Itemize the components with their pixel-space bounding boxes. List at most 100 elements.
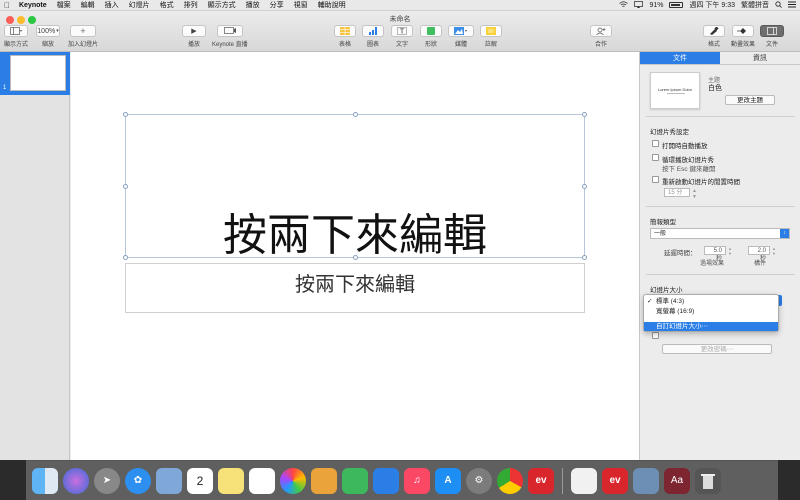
slide[interactable]: 按兩下來編輯 按兩下來編輯 [71,52,639,460]
numbers-icon[interactable] [342,467,368,494]
animate-button[interactable]: 動畫效果 [731,25,755,48]
media-button[interactable]: 媒體 [448,25,474,48]
media-label: 媒體 [454,42,467,48]
resize-handle[interactable] [353,112,358,117]
slideshow-settings-title: 幻燈片秀設定 [650,129,689,136]
expressvpn-icon[interactable]: ev [602,467,628,494]
menu-window[interactable]: 視窗 [289,0,313,10]
menu-format[interactable]: 格式 [155,0,179,10]
battery-icon[interactable] [669,2,684,8]
presentation-type-select[interactable]: 一般 ↕ [650,228,790,239]
input-method[interactable]: 繁體拼音 [741,0,769,10]
slide-thumbnail-selected[interactable]: 1 [0,52,70,95]
comment-button[interactable]: 註解 [480,25,502,48]
format-button[interactable]: 格式 [703,25,725,48]
safari-icon[interactable]: ✿ [125,467,151,494]
tab-document[interactable]: 文件 [640,52,720,64]
itunes-icon[interactable]: ♫ [404,467,430,494]
subtitle-placeholder[interactable]: 按兩下來編輯 [125,263,585,313]
document-icon[interactable] [571,467,597,494]
expressvpn-icon[interactable]: ev [528,467,554,494]
calendar-icon[interactable]: 2 [187,467,213,494]
password-checkbox[interactable] [652,332,659,339]
change-password-button[interactable]: 更改密碼⋯ [662,344,772,354]
stepper-icon[interactable]: ▲ ▼ [772,246,776,256]
menu-arrange[interactable]: 排列 [179,0,203,10]
preview-icon[interactable] [633,467,659,494]
restart-time-field[interactable]: 15 分 [664,188,690,197]
transition-label: 過場效果 [700,261,725,267]
stepper-icon[interactable]: ▲ ▼ [692,188,697,200]
menu-share[interactable]: 分享 [265,0,289,10]
system-preferences-icon[interactable]: ⚙ [466,467,492,494]
autoplay-checkbox[interactable] [652,140,659,147]
play-button[interactable]: ▶ 播放 [182,25,206,48]
theme-thumbnail[interactable]: Lorem Ipsum Dolor [650,72,700,109]
menu-view[interactable]: 顯示方式 [203,0,241,10]
keynote-live-icon [216,25,243,37]
presentation-type-title: 簡報類型 [650,219,676,226]
photos-icon[interactable] [280,467,306,494]
resize-handle[interactable] [582,184,587,189]
wifi-icon[interactable] [619,0,629,10]
notes-icon[interactable] [218,467,244,494]
clock[interactable]: 週四 下午 9:33 [689,0,735,10]
menu-edit[interactable]: 編輯 [76,0,100,10]
collaborate-button[interactable]: 合作 [590,25,612,48]
menu-option-widescreen[interactable]: 寬螢幕 (16:9) [644,307,778,316]
apple-icon[interactable]:  [0,1,14,10]
zoom-value: 100% [37,27,56,35]
menu-file[interactable]: 檔案 [52,0,76,10]
menu-app[interactable]: Keynote [14,2,52,9]
keynote-icon[interactable] [373,467,399,494]
photo-booth-icon[interactable] [156,467,182,494]
animate-label: 動畫效果 [731,42,756,48]
transition-delay-field[interactable]: 5.0 秒 [704,246,726,262]
tab-audio[interactable]: 資訊 [720,52,800,64]
restart-checkbox[interactable] [652,176,659,183]
search-icon[interactable] [775,0,782,10]
app-store-icon[interactable]: A [435,467,461,494]
document-button[interactable]: 文件 [760,25,784,48]
plus-icon: + [80,26,86,36]
resize-handle[interactable] [123,184,128,189]
menu-insert[interactable]: 插入 [100,0,124,10]
zoom-dropdown[interactable]: 100% ▾ 縮放 [36,25,60,48]
slide-thumbnail[interactable] [10,55,66,91]
change-theme-button[interactable]: 更改主題 [725,95,775,105]
text-button[interactable]: T 文字 [391,25,413,48]
slide-title[interactable]: 按兩下來編輯 [126,199,584,263]
table-button[interactable]: 表格 [334,25,356,48]
menu-play[interactable]: 播放 [241,0,265,10]
keynote-live-button[interactable]: Keynote 直播 [212,25,248,48]
launchpad-icon[interactable]: ➤ [94,467,120,494]
menu-slide[interactable]: 幻燈片 [124,0,155,10]
menu-list-icon[interactable] [788,1,796,10]
siri-icon[interactable] [63,467,89,494]
document-label: 文件 [765,42,778,48]
view-button[interactable]: 顯示方式 [4,25,28,48]
title-placeholder[interactable]: 按兩下來編輯 [123,112,587,261]
trash-icon[interactable] [695,467,721,494]
keynote-pages-icon[interactable] [311,467,337,494]
menu-option-custom-size[interactable]: 自訂幻燈片大小⋯ [644,322,778,331]
table-icon [334,25,356,37]
shape-button[interactable]: 形狀 [420,25,442,48]
loop-checkbox[interactable] [652,154,659,161]
menu-option-standard[interactable]: ✓ 標準 (4:3) [644,297,778,306]
divider [646,274,795,275]
build-delay-field[interactable]: 2.0 秒 [748,246,770,262]
stepper-icon[interactable]: ▲ ▼ [728,246,732,256]
reminders-icon[interactable] [249,467,275,494]
menu-help[interactable]: 輔助說明 [313,0,351,10]
chrome-icon[interactable] [497,467,523,494]
chart-button[interactable]: 圖表 [362,25,384,48]
finder-icon[interactable] [32,467,58,494]
resize-handle[interactable] [123,112,128,117]
slide-subtitle[interactable]: 按兩下來編輯 [126,268,584,297]
comment-icon [480,25,502,37]
resize-handle[interactable] [582,112,587,117]
airplay-icon[interactable] [634,0,644,10]
add-slide-button[interactable]: + 加入幻燈片 [68,25,98,48]
dictionary-icon[interactable]: Aa [664,467,690,494]
